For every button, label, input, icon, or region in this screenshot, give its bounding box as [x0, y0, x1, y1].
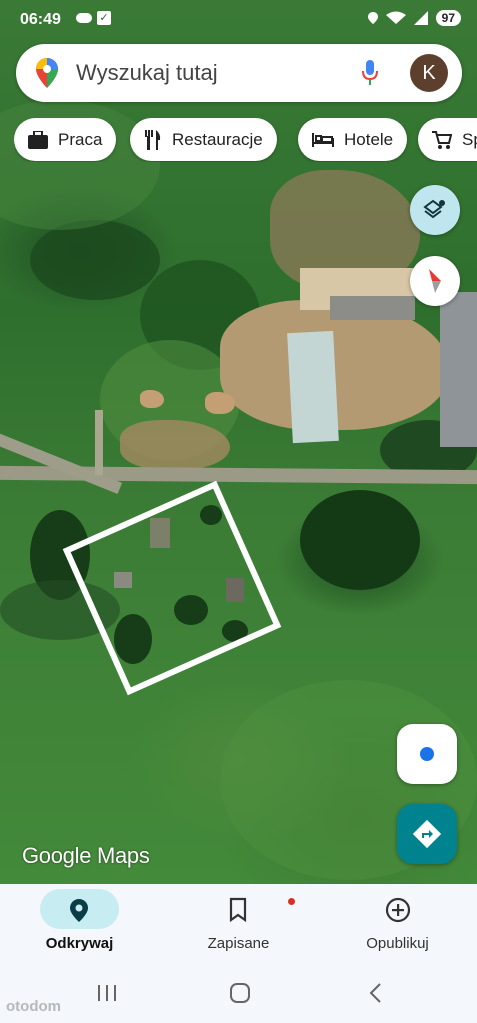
explore-pin-icon — [70, 899, 88, 922]
bare-soil — [120, 420, 230, 470]
nav-active-pill — [40, 889, 119, 929]
recent-apps-icon[interactable] — [96, 982, 118, 1004]
bottom-navigation: Odkrywaj Zapisane Opublikuj — [0, 884, 477, 964]
chip-shopping[interactable]: Sp — [418, 118, 477, 161]
signal-icon — [413, 11, 428, 25]
my-location-button[interactable] — [397, 724, 457, 784]
directions-button[interactable] — [397, 804, 457, 864]
search-bar[interactable]: Wyszukaj tutaj K — [16, 44, 462, 102]
checkbox-icon: ✓ — [97, 11, 111, 25]
home-icon[interactable] — [229, 982, 251, 1004]
bare-soil — [140, 390, 164, 408]
nav-label: Zapisane — [207, 935, 270, 952]
bookmark-icon — [229, 897, 247, 923]
building — [330, 296, 415, 320]
layers-button[interactable] — [410, 185, 460, 235]
greenhouse — [287, 330, 339, 444]
compass-button[interactable] — [410, 256, 460, 306]
restaurant-icon — [145, 129, 161, 150]
shopping-cart-icon — [432, 130, 452, 149]
notification-dot — [288, 898, 295, 905]
avatar[interactable]: K — [410, 54, 448, 92]
category-chips: Praca Restauracje Hotele Sp — [14, 118, 477, 162]
bare-soil — [205, 392, 235, 414]
cloud-icon — [76, 13, 92, 23]
microphone-icon[interactable] — [362, 60, 378, 86]
status-time: 06:49 — [20, 11, 61, 28]
chip-praca[interactable]: Praca — [14, 118, 117, 161]
chip-label: Hotele — [344, 129, 394, 149]
nav-opublikuj[interactable]: Opublikuj — [318, 884, 477, 964]
status-bar: 06:49 ✓ 97 — [0, 0, 477, 40]
chip-label: Sp — [462, 129, 477, 149]
battery-icon: 97 — [435, 10, 461, 26]
directions-icon — [412, 819, 442, 849]
tree-cluster — [30, 220, 160, 300]
otodom-watermark: otodom — [6, 998, 61, 1015]
search-input[interactable]: Wyszukaj tutaj — [76, 60, 218, 86]
chip-restauracje[interactable]: Restauracje — [130, 118, 277, 161]
barn-roof — [440, 292, 477, 447]
road — [0, 430, 123, 495]
path — [95, 410, 103, 475]
chip-label: Restauracje — [172, 129, 263, 149]
system-navigation-bar — [0, 964, 477, 1023]
nav-zapisane[interactable]: Zapisane — [159, 884, 318, 964]
chip-label: Praca — [58, 129, 103, 149]
tree-cluster — [300, 490, 420, 590]
google-maps-watermark: Google Maps — [22, 843, 150, 868]
location-icon — [367, 12, 378, 24]
parcel-outline — [62, 480, 282, 696]
chip-hotele[interactable]: Hotele — [298, 118, 408, 161]
compass-icon — [429, 269, 441, 293]
hotel-icon — [312, 132, 334, 147]
layers-icon — [423, 199, 445, 219]
back-icon[interactable] — [365, 982, 387, 1004]
wifi-icon — [385, 11, 406, 24]
my-location-icon — [420, 747, 434, 761]
nav-label: Opublikuj — [366, 935, 429, 952]
google-maps-pin-icon — [36, 58, 58, 88]
nav-icon-container — [358, 889, 437, 929]
nav-icon-container — [199, 889, 295, 929]
nav-odkrywaj[interactable]: Odkrywaj — [0, 884, 159, 964]
add-circle-icon — [385, 897, 411, 923]
nav-label: Odkrywaj — [45, 935, 114, 952]
briefcase-icon — [28, 130, 48, 149]
